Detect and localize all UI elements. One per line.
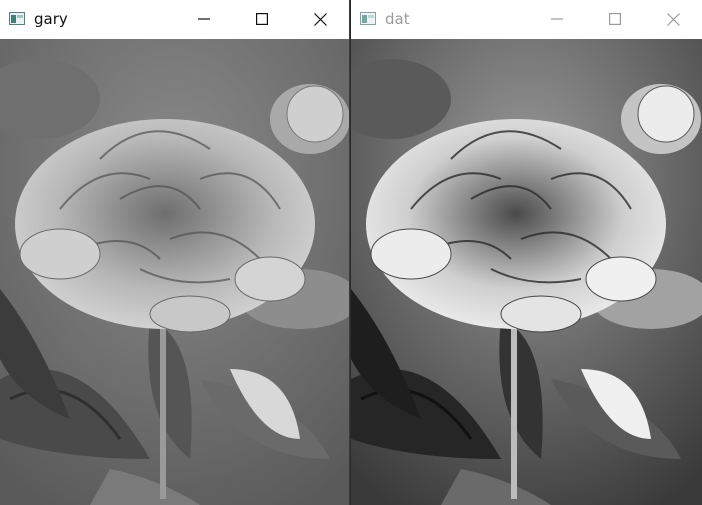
close-icon (313, 12, 327, 26)
window-title: dat (385, 10, 410, 28)
minimize-button[interactable] (528, 0, 586, 38)
peony-flower-equalized-image (351, 39, 702, 505)
titlebar[interactable]: dat (351, 0, 702, 38)
image-canvas (0, 39, 349, 505)
minimize-icon (551, 18, 563, 20)
opencv-window-icon (9, 12, 25, 25)
window-dat[interactable]: dat (351, 0, 702, 505)
maximize-icon (609, 13, 621, 25)
window-gary[interactable]: gary (0, 0, 350, 505)
minimize-button[interactable] (175, 0, 233, 38)
maximize-icon (256, 13, 268, 25)
minimize-icon (198, 18, 210, 20)
window-title: gary (34, 10, 68, 28)
close-button[interactable] (644, 0, 702, 38)
maximize-button[interactable] (586, 0, 644, 38)
image-canvas (351, 39, 702, 505)
titlebar[interactable]: gary (0, 0, 349, 38)
close-button[interactable] (291, 0, 349, 38)
maximize-button[interactable] (233, 0, 291, 38)
opencv-window-icon (360, 12, 376, 25)
peony-flower-grayscale-image (0, 39, 349, 505)
close-icon (666, 12, 680, 26)
